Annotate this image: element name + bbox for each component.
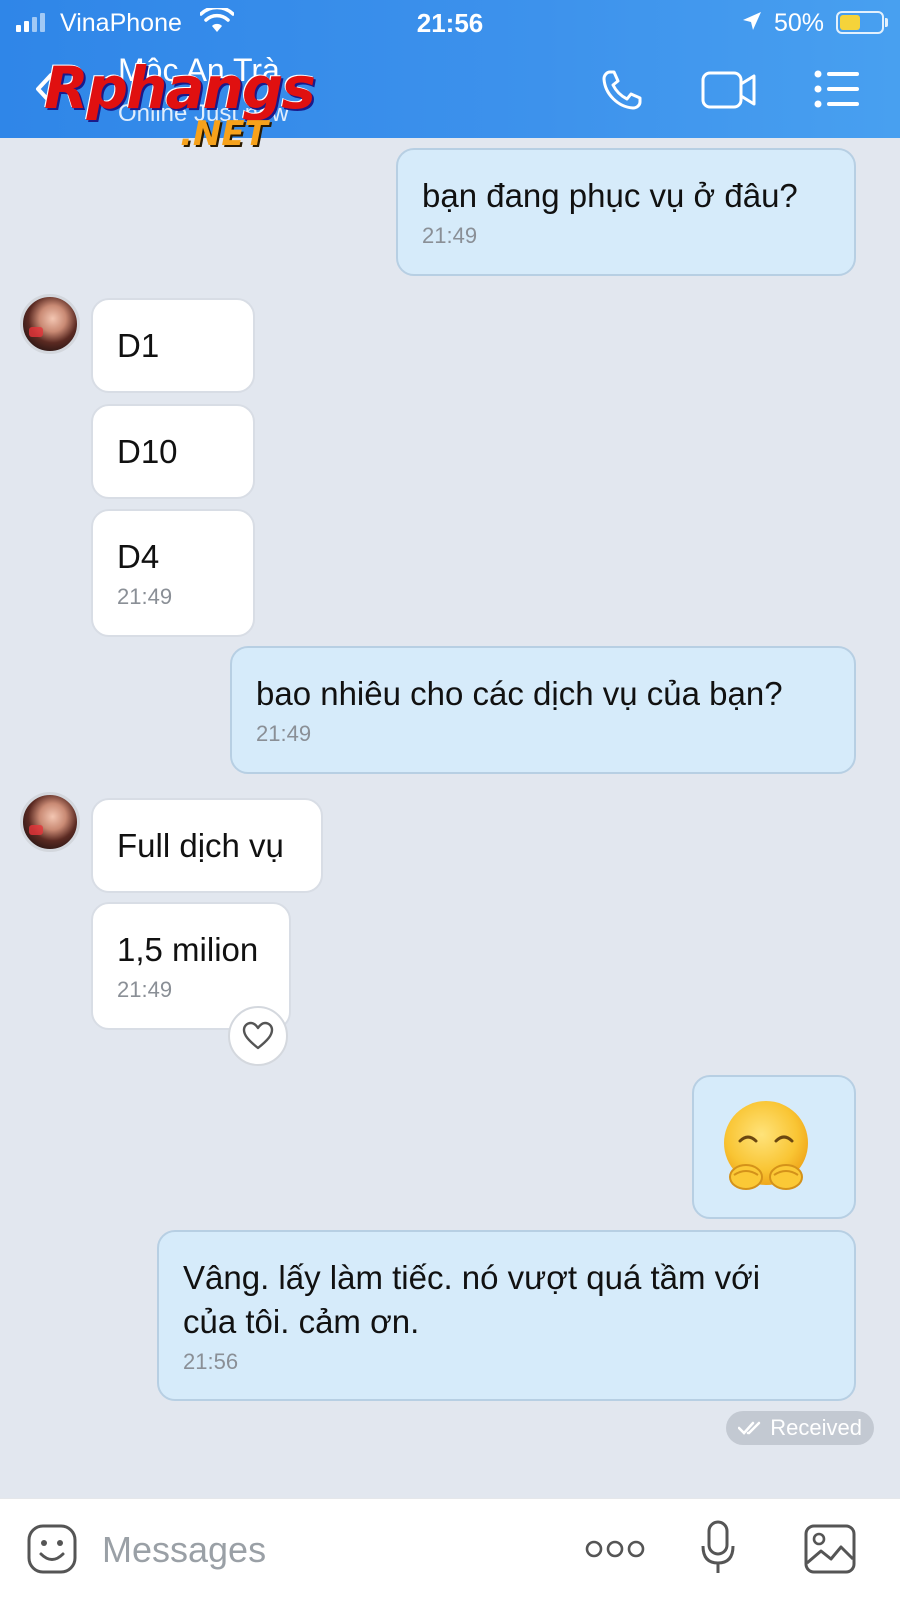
message-bubble-outgoing[interactable]: bạn đang phục vụ ở đâu? 21:49 (396, 148, 856, 276)
message-time: 21:49 (117, 584, 173, 609)
message-time: 21:49 (422, 223, 478, 248)
pleading-face-emoji-icon (724, 1101, 808, 1190)
message-text: 1,5 milion (117, 931, 259, 968)
message-bubble-incoming[interactable]: D10 (91, 404, 255, 499)
message-bubble-outgoing[interactable]: bao nhiêu cho các dịch vụ của bạn? 21:49 (230, 646, 856, 774)
message-time: 21:56 (183, 1349, 239, 1374)
heart-icon (242, 1021, 274, 1050)
image-gallery-icon[interactable] (803, 1523, 857, 1575)
message-text: bạn đang phục vụ ở đâu? (422, 177, 798, 214)
more-options-icon[interactable] (585, 1539, 645, 1559)
battery-fill (840, 15, 860, 30)
message-list[interactable]: bạn đang phục vụ ở đâu? 21:49 D1 D10 D4 … (0, 138, 900, 1498)
status-bar: VinaPhone 21:56 50% (0, 0, 900, 46)
sticker-emoji-icon[interactable] (26, 1523, 78, 1575)
battery-icon (836, 11, 884, 34)
clock: 21:56 (416, 8, 484, 38)
message-bubble-incoming[interactable]: D1 (91, 298, 255, 393)
message-composer: Messages (0, 1498, 900, 1600)
chat-header: VinaPhone 21:56 50% Mộc An Trà Online Ju… (0, 0, 900, 154)
microphone-icon[interactable] (700, 1519, 736, 1577)
message-text: D4 (117, 538, 160, 575)
message-text: bao nhiêu cho các dịch vụ của bạn? (256, 675, 783, 712)
message-time: 21:49 (117, 977, 173, 1002)
message-input[interactable]: Messages (102, 1529, 266, 1571)
delivery-status-text: Received (770, 1415, 862, 1440)
message-bubble-outgoing[interactable]: Vâng. lấy làm tiếc. nó vượt quá tầm với … (157, 1230, 856, 1401)
message-text-line-2: của tôi. cảm ơn. (183, 1303, 420, 1340)
double-check-icon (738, 1421, 761, 1435)
location-arrow-icon (743, 12, 761, 30)
phone-call-icon[interactable] (600, 68, 644, 112)
message-bubble-incoming[interactable]: Full dịch vụ (91, 798, 323, 893)
battery-percent: 50% (774, 9, 825, 37)
message-time: 21:49 (256, 721, 312, 746)
message-bubble-outgoing-emoji[interactable] (692, 1075, 856, 1219)
message-text: D10 (117, 433, 178, 470)
watermark-main: Rphangs (44, 54, 316, 122)
contact-avatar[interactable] (20, 294, 80, 354)
react-heart-button[interactable] (228, 1006, 288, 1066)
menu-list-icon[interactable] (814, 68, 860, 110)
message-text: D1 (117, 327, 160, 364)
video-call-icon[interactable] (701, 68, 757, 112)
message-text: Full dịch vụ (117, 827, 284, 864)
message-bubble-incoming[interactable]: D4 21:49 (91, 509, 255, 637)
battery-tip (885, 18, 888, 27)
message-text-line-1: Vâng. lấy làm tiếc. nó vượt quá tầm với (183, 1259, 761, 1296)
delivery-status-badge: Received (726, 1411, 874, 1445)
contact-avatar[interactable] (20, 792, 80, 852)
